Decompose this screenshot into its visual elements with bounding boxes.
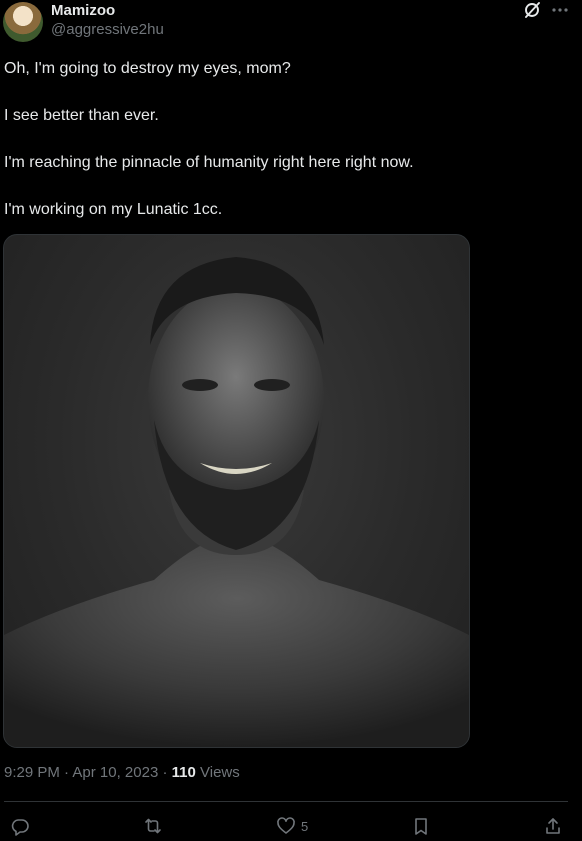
heart-icon bbox=[276, 816, 296, 836]
views-label: Views bbox=[195, 764, 240, 781]
divider bbox=[4, 801, 568, 802]
reply-button[interactable] bbox=[10, 812, 30, 840]
post-meta: 9:29 PM · Apr 10, 2023 · 110 Views bbox=[4, 763, 240, 783]
post-photo[interactable] bbox=[3, 234, 470, 748]
like-count: 5 bbox=[301, 818, 309, 834]
author-display-name[interactable]: Mamizoo bbox=[51, 2, 115, 20]
author-handle[interactable]: @aggressive2hu bbox=[51, 21, 164, 39]
post-text-line: I'm reaching the pinnacle of humanity ri… bbox=[4, 154, 414, 171]
post-text: Oh, I'm going to destroy my eyes, mom? I… bbox=[4, 57, 564, 245]
views-count: 110 bbox=[171, 764, 196, 781]
bookmark-button[interactable] bbox=[411, 812, 431, 840]
post-text-line: Oh, I'm going to destroy my eyes, mom? bbox=[4, 60, 291, 77]
repost-button[interactable] bbox=[143, 812, 163, 840]
post-text-line: I'm working on my Lunatic 1cc. bbox=[4, 201, 223, 218]
like-button[interactable]: 5 bbox=[276, 812, 308, 840]
photo-figure bbox=[4, 257, 469, 747]
post-header: Mamizoo @aggressive2hu bbox=[0, 0, 582, 44]
grok-icon[interactable] bbox=[522, 0, 542, 20]
meta-separator: · bbox=[158, 764, 172, 781]
action-bar: 5 bbox=[0, 812, 582, 840]
avatar[interactable] bbox=[3, 2, 43, 42]
post-text-line: I see better than ever. bbox=[4, 107, 159, 124]
repost-icon bbox=[143, 816, 163, 836]
post-time[interactable]: 9:29 PM bbox=[4, 764, 60, 781]
share-icon bbox=[543, 816, 563, 836]
reply-icon bbox=[10, 816, 30, 836]
meta-separator: · bbox=[59, 764, 73, 781]
bookmark-icon bbox=[411, 816, 431, 836]
post-date[interactable]: Apr 10, 2023 bbox=[72, 764, 158, 781]
share-button[interactable] bbox=[543, 812, 563, 840]
more-icon[interactable] bbox=[550, 0, 570, 20]
